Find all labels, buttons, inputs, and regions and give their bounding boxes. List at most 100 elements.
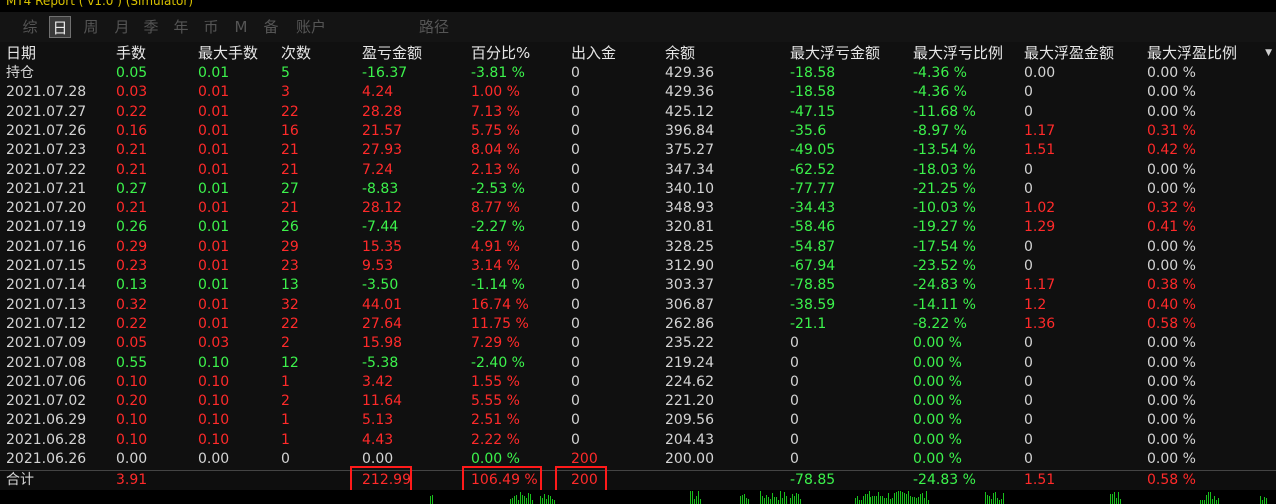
table-row[interactable]: 2021.07.12 0.22 0.01 22 27.64 11.75 % 0 262.86 -… [0, 315, 1276, 334]
table-cell: 0.01 [198, 238, 230, 255]
table-row[interactable]: 2021.06.28 0.10 0.10 1 4.43 2.22 % 0 204.43 0 0.0… [0, 431, 1276, 450]
table-cell: 0.01 [198, 219, 230, 236]
volume-bar [1264, 497, 1265, 504]
table-row[interactable]: 2021.07.14 0.13 0.01 13 -3.50 -1.14 % 0 303.37 -… [0, 276, 1276, 295]
volume-bar [790, 498, 791, 504]
column-header-8[interactable]: 最大浮亏金额 [790, 44, 880, 63]
table-row[interactable]: 2021.06.26 0.00 0.00 0 0.00 0.00 % 200 200.00 0 0… [0, 450, 1276, 469]
volume-bar [524, 496, 525, 504]
volume-bar [1003, 493, 1004, 504]
tab-2[interactable]: 周 [80, 16, 102, 38]
table-cell: 4.24 [362, 84, 394, 101]
table-row[interactable]: 2021.07.22 0.21 0.01 21 7.24 2.13 % 0 347.34 -62… [0, 161, 1276, 180]
table-cell: 13 [281, 277, 299, 294]
table-row[interactable]: 2021.07.19 0.26 0.01 26 -7.44 -2.27 % 0 320.81 -… [0, 218, 1276, 237]
column-header-3[interactable]: 次数 [281, 44, 311, 63]
table-cell: 0 [571, 84, 580, 101]
column-header-1[interactable]: 手数 [116, 44, 146, 63]
table-row[interactable]: 2021.07.08 0.55 0.10 12 -5.38 -2.40 % 0 219.24 0… [0, 354, 1276, 373]
volume-bar [532, 500, 533, 504]
triangle-down-icon[interactable]: ▼ [1265, 48, 1272, 58]
column-header-11[interactable]: 最大浮盈比例 [1147, 44, 1237, 63]
column-header-4[interactable]: 盈亏金额 [362, 44, 422, 63]
tab-5[interactable]: 年 [170, 16, 192, 38]
tab-0[interactable]: 综 [18, 16, 42, 38]
table-cell: 320.81 [665, 219, 714, 236]
table-row[interactable]: 2021.07.20 0.21 0.01 21 28.12 8.77 % 0 348.93 -3… [0, 199, 1276, 218]
table-cell: 0.01 [198, 142, 230, 159]
volume-bar [786, 496, 787, 504]
table-cell: 429.36 [665, 65, 714, 81]
table-row[interactable]: 2021.07.23 0.21 0.01 21 27.93 8.04 % 0 375.27 -4… [0, 141, 1276, 160]
tab-6[interactable]: 币 [200, 16, 222, 38]
column-header-6[interactable]: 出入金 [571, 44, 616, 63]
volume-bar [916, 498, 917, 504]
table-row[interactable]: 2021.07.15 0.23 0.01 23 9.53 3.14 % 0 312.90 -67… [0, 257, 1276, 276]
tab-1[interactable]: 日 [49, 16, 71, 38]
table-cell: 16.74 % [471, 296, 529, 313]
volume-bar [906, 500, 907, 504]
table-cell: 21 [281, 200, 299, 217]
volume-bar [1214, 496, 1215, 504]
table-row[interactable]: 2021.06.29 0.10 0.10 1 5.13 2.51 % 0 209.56 0 0.0… [0, 411, 1276, 430]
volume-bar [912, 497, 913, 504]
table-cell: 27.64 [362, 315, 403, 332]
table-row[interactable]: 2021.07.13 0.32 0.01 32 44.01 16.74 % 0 306.87 -… [0, 296, 1276, 315]
table-cell: -16.37 [362, 65, 408, 81]
table-cell: 3.42 [362, 373, 394, 390]
table-cell: -10.03 % [913, 200, 976, 217]
tab-10[interactable]: 路径 [416, 16, 452, 38]
column-header-0[interactable]: 日期 [6, 44, 36, 63]
table-cell: 0 [1024, 393, 1033, 410]
volume-bar [874, 496, 875, 504]
table-header: 日期 手数 最大手数 次数 盈亏金额 百分比% 出入金 余额 最大浮亏金额 最大浮亏比例 最大浮盈金… [0, 42, 1276, 64]
volume-bar [540, 496, 541, 504]
table-cell: -24.83 % [913, 277, 976, 294]
tab-7[interactable]: M [230, 16, 252, 38]
column-header-2[interactable]: 最大手数 [198, 44, 258, 63]
volume-bar [1112, 494, 1113, 504]
table-row[interactable]: 2021.07.02 0.20 0.10 2 11.64 5.55 % 0 221.20 0 0.… [0, 392, 1276, 411]
tab-8[interactable]: 备 [260, 16, 282, 38]
volume-bar [526, 498, 527, 504]
table-cell: -7.44 [362, 219, 399, 236]
table-row[interactable]: 2021.07.16 0.29 0.01 29 15.35 4.91 % 0 328.25 -5… [0, 238, 1276, 257]
table-cell: 0.00 [116, 451, 148, 467]
table-cell: 2021.07.26 [6, 122, 87, 139]
table-cell: 22 [281, 315, 299, 332]
column-header-5[interactable]: 百分比% [471, 44, 530, 63]
column-header-9[interactable]: 最大浮亏比例 [913, 44, 1003, 63]
tab-4[interactable]: 季 [140, 16, 162, 38]
table-cell: 22 [281, 103, 299, 120]
volume-bar [690, 491, 691, 504]
table-cell: 0 [571, 354, 580, 371]
volume-bar [778, 500, 779, 504]
table-cell: -4.36 % [913, 84, 967, 101]
table-cell: 204.43 [665, 431, 714, 448]
table-cell: 0.00 % [913, 393, 962, 410]
table-cell: -8.22 % [913, 315, 967, 332]
table-cell: -2.53 % [471, 180, 525, 197]
table-cell: 15.98 [362, 335, 403, 352]
table-row[interactable]: 2021.07.26 0.16 0.01 16 21.57 5.75 % 0 396.84 -3… [0, 122, 1276, 141]
table-row[interactable]: 持仓 0.05 0.01 5 -16.37 -3.81 % 0 429.36 -18.58 -4.… [0, 64, 1276, 83]
table-cell: 0 [1024, 373, 1033, 390]
table-cell: -8.83 [362, 180, 399, 197]
table-row[interactable]: 2021.07.21 0.27 0.01 27 -8.83 -2.53 % 0 340.10 -… [0, 180, 1276, 199]
table-row[interactable]: 2021.07.28 0.03 0.01 3 4.24 1.00 % 0 429.36 -18.… [0, 83, 1276, 102]
column-header-10[interactable]: 最大浮盈金额 [1024, 44, 1114, 63]
tab-9[interactable]: 账户 [293, 16, 329, 38]
table-cell: -58.46 [790, 219, 836, 236]
table-cell: 2021.07.14 [6, 277, 87, 294]
table-cell: 0.13 [116, 277, 148, 294]
table-cell: 0.38 % [1147, 277, 1196, 294]
table-cell: 5 [281, 65, 290, 81]
table-row[interactable]: 2021.07.27 0.22 0.01 22 28.28 7.13 % 0 425.12 -4… [0, 103, 1276, 122]
tab-3[interactable]: 月 [111, 16, 133, 38]
table-cell: 2021.07.23 [6, 142, 87, 159]
column-header-7[interactable]: 余额 [665, 44, 695, 63]
table-cell: -18.58 [790, 84, 836, 101]
table-row[interactable]: 2021.07.06 0.10 0.10 1 3.42 1.55 % 0 224.62 0 0.0… [0, 373, 1276, 392]
table-row[interactable]: 2021.07.09 0.05 0.03 2 15.98 7.29 % 0 235.22 0 0.… [0, 334, 1276, 353]
volume-bar [776, 497, 777, 504]
